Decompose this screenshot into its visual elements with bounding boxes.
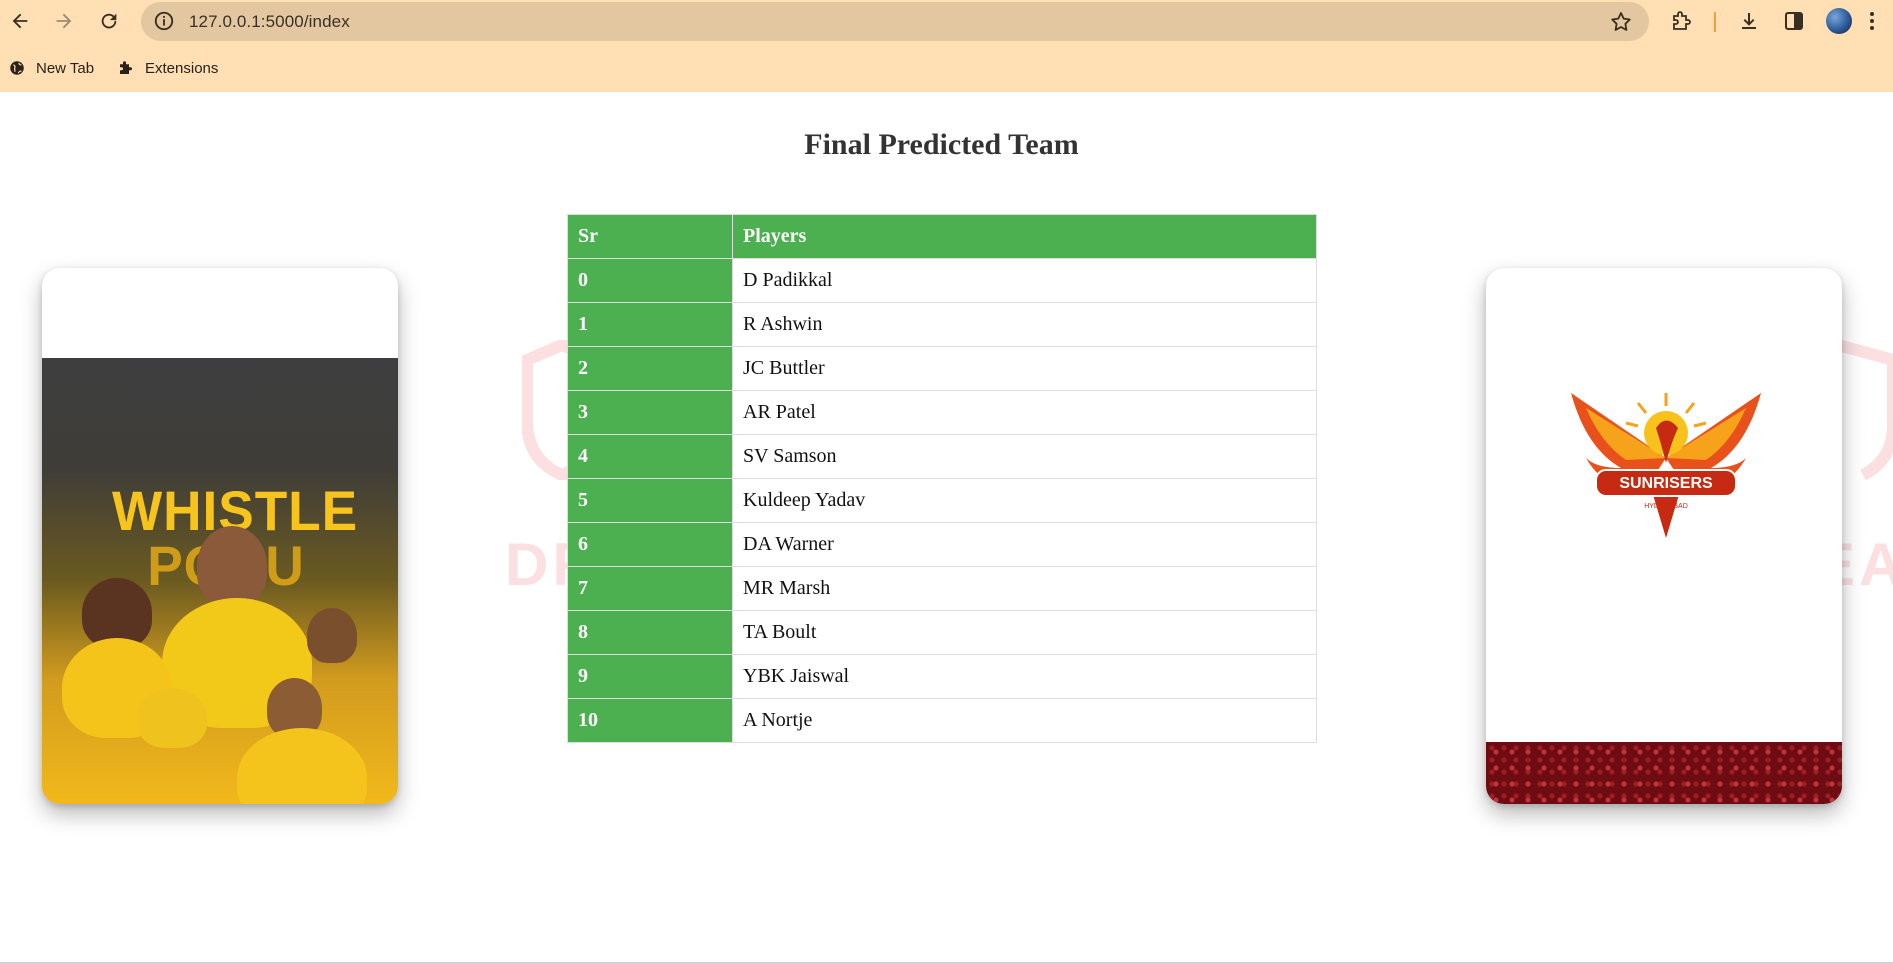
table-row: 3 AR Patel	[567, 390, 1317, 435]
table-row: 7 MR Marsh	[567, 566, 1317, 611]
player-figure	[197, 526, 267, 606]
sr-cell: 2	[567, 346, 733, 391]
sr-cell: 9	[567, 654, 733, 699]
player-cell: D Padikkal	[732, 258, 1317, 303]
sr-cell: 6	[567, 522, 733, 567]
sr-cell: 4	[567, 434, 733, 479]
sr-cell: 5	[567, 478, 733, 523]
globe-icon	[10, 61, 24, 75]
puzzle-icon	[120, 61, 132, 74]
column-header-sr: Sr	[567, 214, 733, 259]
player-cell: MR Marsh	[732, 566, 1317, 611]
player-cell: AR Patel	[732, 390, 1317, 435]
srh-logo-icon: SUNRISERS HYDERABAD	[1571, 393, 1761, 538]
table-row: 2 JC Buttler	[567, 346, 1317, 391]
table-row: 10 A Nortje	[567, 698, 1317, 743]
reload-icon[interactable]	[96, 8, 122, 34]
table-row: 5 Kuldeep Yadav	[567, 478, 1317, 523]
download-icon[interactable]	[1736, 8, 1762, 34]
player-figure	[307, 608, 357, 663]
url-text[interactable]: 127.0.0.1:5000/index	[189, 12, 350, 32]
player-cell: JC Buttler	[732, 346, 1317, 391]
srh-logo-subtext: HYDERABAD	[1644, 503, 1688, 510]
srh-card-texture	[1486, 742, 1842, 804]
bookmark-label: Extensions	[145, 59, 219, 77]
table-row: 8 TA Boult	[567, 610, 1317, 655]
toolbar-separator	[1714, 12, 1716, 32]
forward-arrow-icon[interactable]	[51, 8, 77, 34]
kebab-menu-icon[interactable]	[1864, 8, 1880, 34]
page-title: Final Predicted Team	[804, 128, 1079, 161]
predicted-team-table: Sr Players 0D Padikkal 1R Ashwin 2 JC But…	[567, 214, 1317, 743]
player-cell: TA Boult	[732, 610, 1317, 655]
table-row: 9 YBK Jaiswal	[567, 654, 1317, 699]
player-cell: A Nortje	[732, 698, 1317, 743]
table-row: 1R Ashwin	[567, 302, 1317, 347]
table-row: 6 DA Warner	[567, 522, 1317, 567]
player-figure	[137, 688, 207, 748]
sr-cell: 10	[567, 698, 733, 743]
srh-logo-text: SUNRISERS	[1619, 475, 1713, 492]
csk-team-card: WHISTLE PODU	[42, 268, 398, 804]
player-cell: Kuldeep Yadav	[732, 478, 1317, 523]
bookmark-star-icon[interactable]	[1609, 10, 1633, 34]
table-header-row: Sr Players	[567, 214, 1317, 259]
address-bar[interactable]: 127.0.0.1:5000/index	[141, 2, 1649, 41]
column-header-players: Players	[732, 214, 1317, 259]
bookmark-new-tab[interactable]: New Tab	[8, 54, 94, 82]
player-cell: YBK Jaiswal	[732, 654, 1317, 699]
bookmarks-bar: New Tab Extensions	[0, 54, 600, 82]
player-cell: R Ashwin	[732, 302, 1317, 347]
sr-cell: 7	[567, 566, 733, 611]
player-cell: SV Samson	[732, 434, 1317, 479]
extensions-puzzle-icon[interactable]	[1669, 8, 1695, 34]
srh-team-card: SUNRISERS HYDERABAD	[1486, 268, 1842, 804]
sr-cell: 1	[567, 302, 733, 347]
player-cell: DA Warner	[732, 522, 1317, 567]
table-row: 0D Padikkal	[567, 258, 1317, 303]
profile-avatar[interactable]	[1826, 8, 1852, 34]
sr-cell: 0	[567, 258, 733, 303]
bookmark-extensions[interactable]: Extensions	[117, 54, 218, 82]
sr-cell: 3	[567, 390, 733, 435]
player-figure	[237, 728, 367, 804]
table-row: 4 SV Samson	[567, 434, 1317, 479]
csk-poster-image: WHISTLE PODU	[42, 358, 398, 804]
sr-cell: 8	[567, 610, 733, 655]
back-arrow-icon[interactable]	[7, 8, 33, 34]
side-panel-icon[interactable]	[1781, 8, 1807, 34]
browser-chrome: 127.0.0.1:5000/index New Tab Extensions	[0, 0, 1893, 92]
site-info-icon[interactable]	[153, 10, 175, 32]
bookmark-label: New Tab	[36, 59, 95, 77]
